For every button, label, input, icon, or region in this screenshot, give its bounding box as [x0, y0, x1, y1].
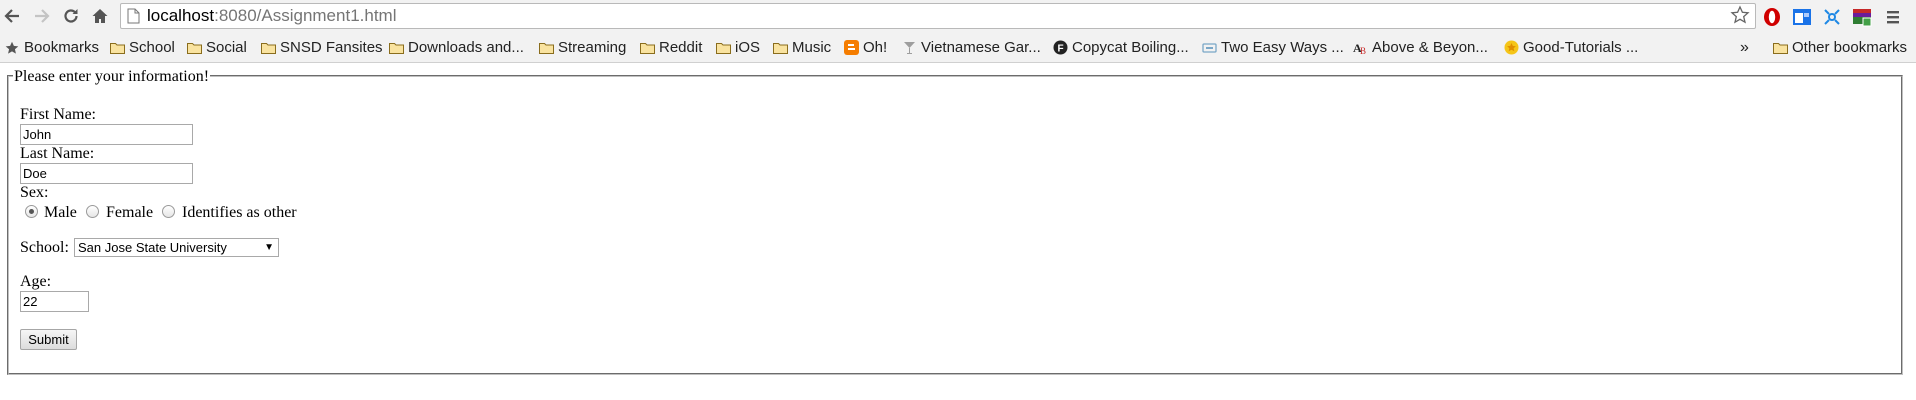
folder-icon: [639, 40, 655, 56]
school-label: School:: [20, 239, 69, 256]
url-path: :8080/Assignment1.html: [214, 6, 397, 25]
star-icon[interactable]: [1730, 5, 1750, 30]
bookmark-label: Downloads and...: [408, 39, 524, 56]
f-circle-icon: F: [1052, 40, 1068, 56]
bookmark-label: Two Easy Ways ...: [1221, 39, 1344, 56]
bookmark-label: Copycat Boiling...: [1072, 39, 1189, 56]
bookmark-folder-downloads[interactable]: Downloads and...: [388, 33, 524, 62]
menu-icon[interactable]: [1885, 7, 1905, 27]
extension-icon[interactable]: [1792, 7, 1812, 27]
bookmark-label: Social: [206, 39, 247, 56]
bookmark-label: Reddit: [659, 39, 703, 56]
school-select[interactable]: San Jose State University ▼: [74, 238, 279, 257]
bookmark-label: Vietnamese Gar...: [921, 39, 1041, 56]
sex-label: Sex:: [20, 184, 49, 201]
bookmark-bookmarks[interactable]: Bookmarks: [4, 33, 99, 62]
network-icon[interactable]: [1822, 7, 1842, 27]
ab-logo-icon: AB: [1352, 40, 1368, 56]
bookmark-label: Streaming: [558, 39, 627, 56]
bookmark-above-beyond[interactable]: AB Above & Beyon...: [1352, 33, 1488, 62]
bookmark-oh[interactable]: Oh!: [843, 33, 887, 62]
bookmark-folder-reddit[interactable]: Reddit: [639, 33, 702, 62]
bookmark-other-bookmarks[interactable]: Other bookmarks: [1772, 33, 1907, 62]
bookmark-label: Good-Tutorials ...: [1523, 39, 1639, 56]
folder-icon: [109, 40, 125, 56]
bookmark-folder-school[interactable]: School: [109, 33, 175, 62]
cocktail-icon: [901, 40, 917, 56]
bookmark-label: Music: [792, 39, 832, 56]
school-selected-value: San Jose State University: [78, 240, 227, 255]
browser-toolbar: localhost:8080/Assignment1.html: [0, 0, 1916, 33]
first-name-field[interactable]: John: [20, 124, 193, 145]
submit-button[interactable]: Submit: [20, 329, 77, 350]
bookmark-two-easy-ways[interactable]: Two Easy Ways ...: [1201, 33, 1344, 62]
opera-icon[interactable]: [1762, 7, 1782, 27]
svg-text:F: F: [1057, 44, 1063, 55]
bookmark-folder-ios[interactable]: iOS: [715, 33, 760, 62]
folder-icon: [772, 40, 788, 56]
bookmark-folder-streaming[interactable]: Streaming: [538, 33, 626, 62]
bookmark-label: Oh!: [863, 39, 888, 56]
folder-icon: [1772, 40, 1788, 56]
reload-icon[interactable]: [61, 6, 81, 26]
bookmark-label: Above & Beyon...: [1372, 39, 1488, 56]
age-label: Age:: [20, 273, 52, 290]
bookmark-label: iOS: [735, 39, 761, 56]
url-text: localhost:8080/Assignment1.html: [147, 6, 397, 26]
folder-icon: [388, 40, 404, 56]
bookmark-label: Other bookmarks: [1792, 39, 1908, 56]
sex-radio-female[interactable]: [86, 205, 99, 218]
home-icon[interactable]: [90, 6, 110, 26]
last-name-label: Last Name:: [20, 145, 95, 162]
last-name-field[interactable]: Doe: [20, 163, 193, 184]
blogger-icon: [843, 40, 859, 56]
good-tutorials-icon: [1503, 40, 1519, 56]
fieldset-legend: Please enter your information!: [13, 68, 211, 86]
folder-icon: [186, 40, 202, 56]
back-icon[interactable]: [2, 6, 22, 26]
forward-icon[interactable]: [32, 6, 52, 26]
sex-option-other-label: Identifies as other: [182, 204, 297, 221]
bookmark-label: SNSD Fansites: [280, 39, 383, 56]
bookmarks-overflow-chevron[interactable]: »: [1740, 33, 1749, 62]
url-host: localhost: [147, 6, 215, 25]
first-name-label: First Name:: [20, 106, 96, 123]
bookmarks-bar: Bookmarks School Social SNSD Fansites Do…: [0, 33, 1916, 63]
bookmark-folder-music[interactable]: Music: [772, 33, 831, 62]
site-icon: [1201, 40, 1217, 56]
sex-radio-male[interactable]: [25, 205, 38, 218]
bookmark-folder-social[interactable]: Social: [186, 33, 247, 62]
age-field[interactable]: 22: [20, 291, 89, 312]
sex-radio-other[interactable]: [162, 205, 175, 218]
bookmark-label: Bookmarks: [24, 39, 100, 56]
bookmark-label: School: [129, 39, 175, 56]
bookmark-folder-snsd-fansites[interactable]: SNSD Fansites: [260, 33, 383, 62]
wallet-icon[interactable]: [1852, 7, 1872, 27]
folder-icon: [538, 40, 554, 56]
page-icon: [127, 8, 140, 29]
bookmark-vietnamese-garden[interactable]: Vietnamese Gar...: [901, 33, 1041, 62]
info-fieldset: [7, 75, 1903, 375]
sex-option-female-label: Female: [106, 204, 154, 221]
star-filled-icon: [4, 40, 20, 56]
bookmark-copycat-boiling[interactable]: F Copycat Boiling...: [1052, 33, 1189, 62]
sex-option-male-label: Male: [44, 204, 77, 221]
svg-text:B: B: [1360, 46, 1366, 55]
bookmark-good-tutorials[interactable]: Good-Tutorials ...: [1503, 33, 1638, 62]
folder-icon: [260, 40, 276, 56]
dropdown-arrow-icon: ▼: [264, 242, 274, 253]
folder-icon: [715, 40, 731, 56]
address-bar[interactable]: localhost:8080/Assignment1.html: [120, 3, 1756, 29]
